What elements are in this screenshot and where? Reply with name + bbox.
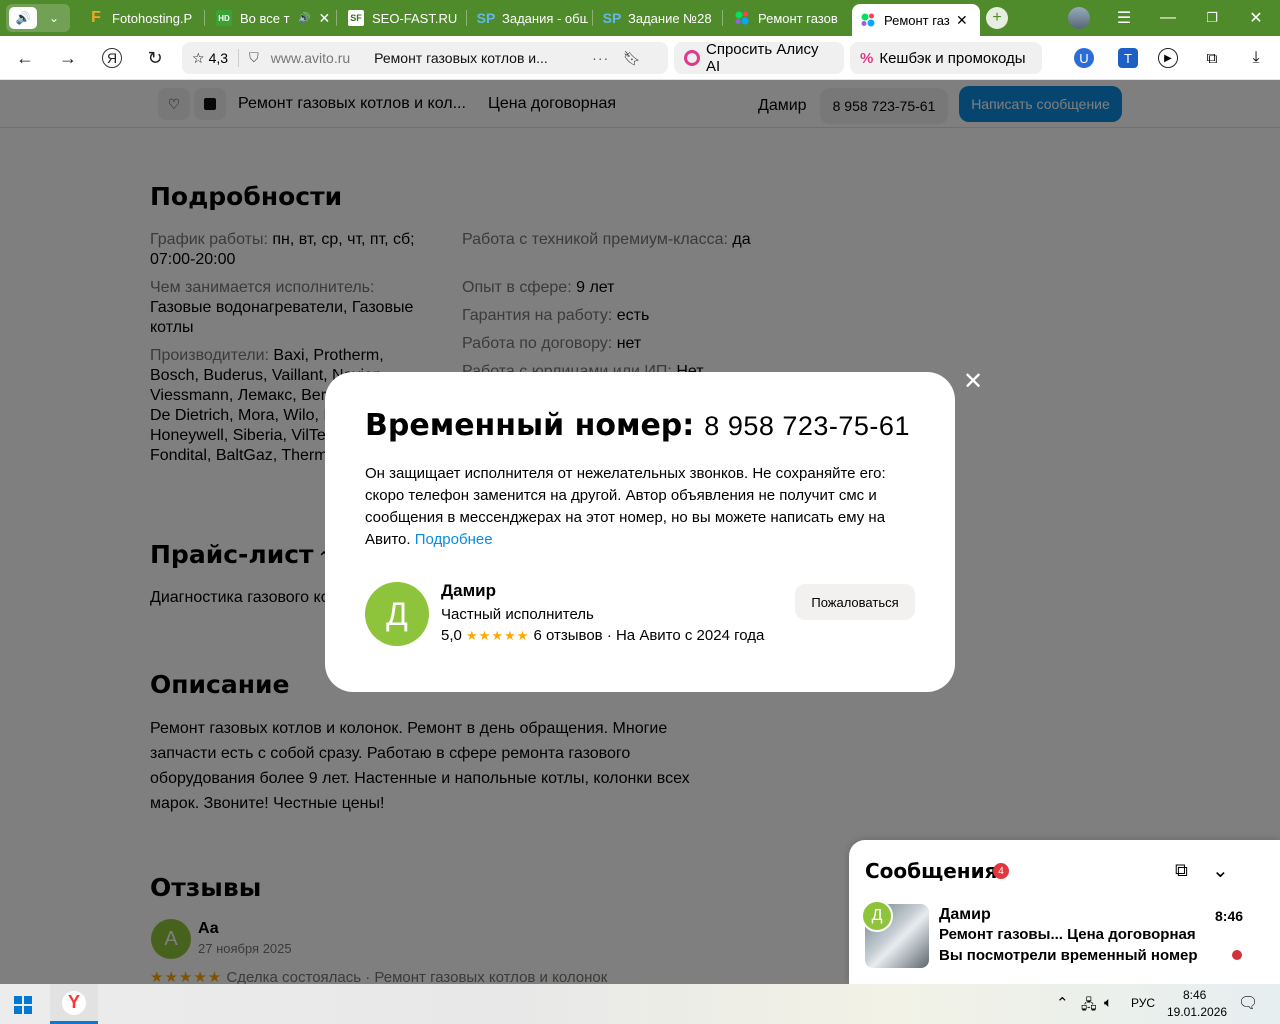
seller-type: Частный исполнитель [441,606,594,623]
seofast-icon: SF [348,10,364,26]
new-tab-icon[interactable]: + [986,7,1008,29]
tab-seofast[interactable]: SF SEO-FAST.RU [340,4,464,32]
tray-chevron-up-icon[interactable]: ⌃ [1056,994,1069,1012]
tab-title: Задание №28 [628,10,712,26]
tab-video[interactable]: HD Во все т 🔊 ✕ [208,4,334,32]
extensions-icon[interactable]: ⧉ [1202,48,1222,68]
avito-icon [860,12,876,28]
restore-icon[interactable]: ❐ [1190,0,1234,36]
tab-title: Во все т [240,10,290,26]
speaker-icon[interactable]: 🔊 [298,13,310,24]
tab-avito-1[interactable]: Ремонт газов [726,4,846,32]
windows-taskbar: Y ⌃ 🖧︎ 🔈︎ РУС 8:46 19.01.2026 🗨︎ [0,984,1280,1024]
extension-translate-icon[interactable]: T [1118,48,1138,68]
clock-time[interactable]: 8:46 [1183,988,1206,1002]
browser-tab-bar: 🔊 ⌄ F Fotohosting.P HD Во все т 🔊 ✕ SF S… [0,0,1280,36]
language-indicator[interactable]: РУС [1131,996,1155,1010]
cashback-button[interactable]: % Кешбэк и промокоды [850,42,1042,74]
unread-dot [1232,950,1242,960]
extension-play-icon[interactable]: ▶ [1158,48,1178,68]
chat-last-message[interactable]: Вы посмотрели временный номер [939,947,1198,964]
rating-stars: ★★★★★ [466,628,530,643]
bookmark-icon[interactable]: 🔖︎ [623,50,641,67]
modal-text: Он защищает исполнителя от нежелательных… [365,465,886,548]
yandex-browser-icon: Y [62,990,86,1015]
tab-tasks[interactable]: SP Задания - обш [470,4,588,32]
network-icon[interactable]: 🖧︎ [1081,994,1097,1018]
more-icon[interactable]: ··· [592,50,609,66]
tab-title: Ремонт газов [758,10,838,26]
star-icon[interactable]: ☆ [192,50,205,67]
avito-icon [734,10,750,26]
seller-reviews-link[interactable]: 6 отзывов · На Авито с 2024 года [533,627,764,644]
sp-icon: SP [602,10,622,26]
close-modal-icon[interactable]: ✕ [960,368,986,395]
hd-video-icon: HD [216,10,232,26]
forward-icon[interactable]: → [53,44,83,72]
minimize-icon[interactable]: — [1146,0,1190,36]
seller-avatar[interactable]: Д [365,582,429,646]
back-icon[interactable]: ← [10,44,40,72]
volume-icon[interactable]: 🔈︎ [1104,994,1112,1011]
chat-time: 8:46 [1215,908,1244,924]
temp-number-modal: Временный номер: 8 958 723-75-61 Он защи… [325,372,955,692]
percent-icon: % [860,49,874,67]
tab-fotohosting[interactable]: F Fotohosting.P [80,4,200,32]
tab-title: SEO-FAST.RU [372,10,458,26]
chevron-down-icon[interactable]: ⌄ [42,7,66,29]
url-page-title: Ремонт газовых котлов и... [374,50,548,66]
modal-phone[interactable]: 8 958 723-75-61 [704,411,910,442]
close-window-icon[interactable]: ✕ [1234,0,1278,36]
open-external-icon[interactable]: ⧉ [1175,860,1188,881]
tab-title: Fotohosting.P [112,10,193,26]
url-bar[interactable]: ☆ 4,3 ⛉ www.avito.ru Ремонт газовых котл… [182,42,668,74]
clock-date[interactable]: 19.01.2026 [1167,1005,1227,1019]
modal-title: Временный номер: [365,408,695,443]
tab-title: Ремонт газ [884,12,950,28]
tab-avito-active[interactable]: Ремонт газ ✕ [852,4,980,36]
sound-icon[interactable]: 🔊 [9,7,37,29]
complain-button[interactable]: Пожаловаться [795,584,915,620]
yandex-icon[interactable]: Я [102,48,122,68]
chat-ad-info[interactable]: Ремонт газовы... Цена договорная [939,926,1196,943]
alice-icon [684,50,700,66]
fotohosting-icon: F [91,9,101,26]
cashback-label: Кешбэк и промокоды [879,49,1026,67]
chat-name[interactable]: Дамир [939,906,991,924]
messenger-title: Сообщения [865,859,998,883]
alice-label: Спросить Алису AI [706,41,819,75]
taskbar-yandex-browser[interactable]: Y [50,984,98,1024]
sp-icon: SP [476,10,496,26]
download-icon[interactable]: ⤓ [1246,48,1266,68]
collapse-chevron-icon[interactable]: ⌄ [1212,858,1229,883]
address-toolbar: ← → Я ↻ ☆ 4,3 ⛉ www.avito.ru Ремонт газо… [0,36,1280,80]
site-rating: 4,3 [208,50,229,66]
modal-header: Временный номер: 8 958 723-75-61 [365,408,910,443]
more-info-link[interactable]: Подробнее [415,531,493,548]
seller-name[interactable]: Дамир [441,581,496,601]
close-tab-icon[interactable]: ✕ [318,10,330,27]
unread-badge: 4 [993,863,1009,879]
extension-shield-icon[interactable]: U [1074,48,1094,68]
seller-rating: 5,0 ★★★★★ 6 отзывов · На Авито с 2024 го… [441,627,765,644]
alice-button[interactable]: Спросить Алису AI [674,41,844,75]
tab-task-28[interactable]: SP Задание №28 [596,4,718,32]
messenger-widget: Сообщения 4 ⧉ ⌄ Д Дамир 8:46 Ремонт газо… [849,840,1280,984]
reload-icon[interactable]: ↻ [140,44,170,72]
url-domain: www.avito.ru [270,50,351,66]
profile-avatar[interactable] [1068,7,1090,29]
windows-start-icon[interactable] [14,996,32,1014]
chat-avatar: Д [861,900,893,932]
notifications-icon[interactable]: 🗨︎ [1238,993,1258,1013]
tab-title: Задания - обш [502,10,588,26]
close-tab-icon[interactable]: ✕ [956,12,968,29]
shield-icon[interactable]: ⛉ [249,50,259,66]
menu-icon[interactable]: ☰ [1102,0,1146,36]
tab-group-control[interactable]: 🔊 ⌄ [6,4,70,32]
